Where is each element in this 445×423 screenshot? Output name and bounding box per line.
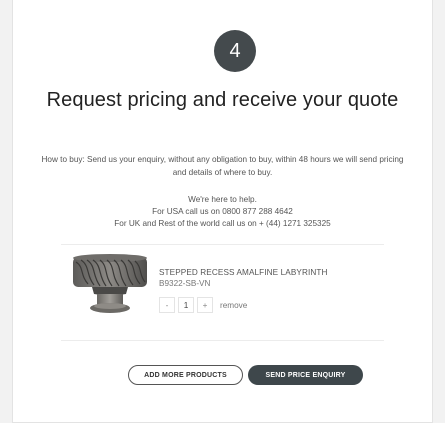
send-price-enquiry-button[interactable]: SEND PRICE ENQUIRY xyxy=(248,365,363,385)
product-image xyxy=(73,254,147,313)
step-number-badge: 4 xyxy=(214,30,256,72)
quantity-value: 1 xyxy=(178,297,194,313)
contact-info: We're here to help. For USA call us on 0… xyxy=(13,194,432,230)
quantity-increase-button[interactable]: + xyxy=(197,297,213,313)
add-more-products-button[interactable]: ADD MORE PRODUCTS xyxy=(128,365,243,385)
how-to-buy-text: How to buy: Send us your enquiry, withou… xyxy=(35,153,410,179)
product-code: B9322-SB-VN xyxy=(159,279,211,288)
remove-link[interactable]: remove xyxy=(220,301,247,310)
quantity-stepper: - 1 + remove xyxy=(159,296,247,314)
divider-top xyxy=(61,244,384,245)
help-text: We're here to help. xyxy=(188,195,257,204)
product-name: STEPPED RECESS AMALFINE LABYRINTH xyxy=(159,268,328,277)
uk-phone-text: For UK and Rest of the world call us on … xyxy=(114,219,331,228)
quote-panel: 4 Request pricing and receive your quote… xyxy=(12,0,433,423)
quantity-decrease-button[interactable]: - xyxy=(159,297,175,313)
how-to-buy-paragraph: How to buy: Send us your enquiry, withou… xyxy=(41,155,404,177)
page-title: Request pricing and receive your quote xyxy=(46,89,399,111)
usa-phone-text: For USA call us on 0800 877 288 4642 xyxy=(152,207,293,216)
divider-bottom xyxy=(61,340,384,341)
